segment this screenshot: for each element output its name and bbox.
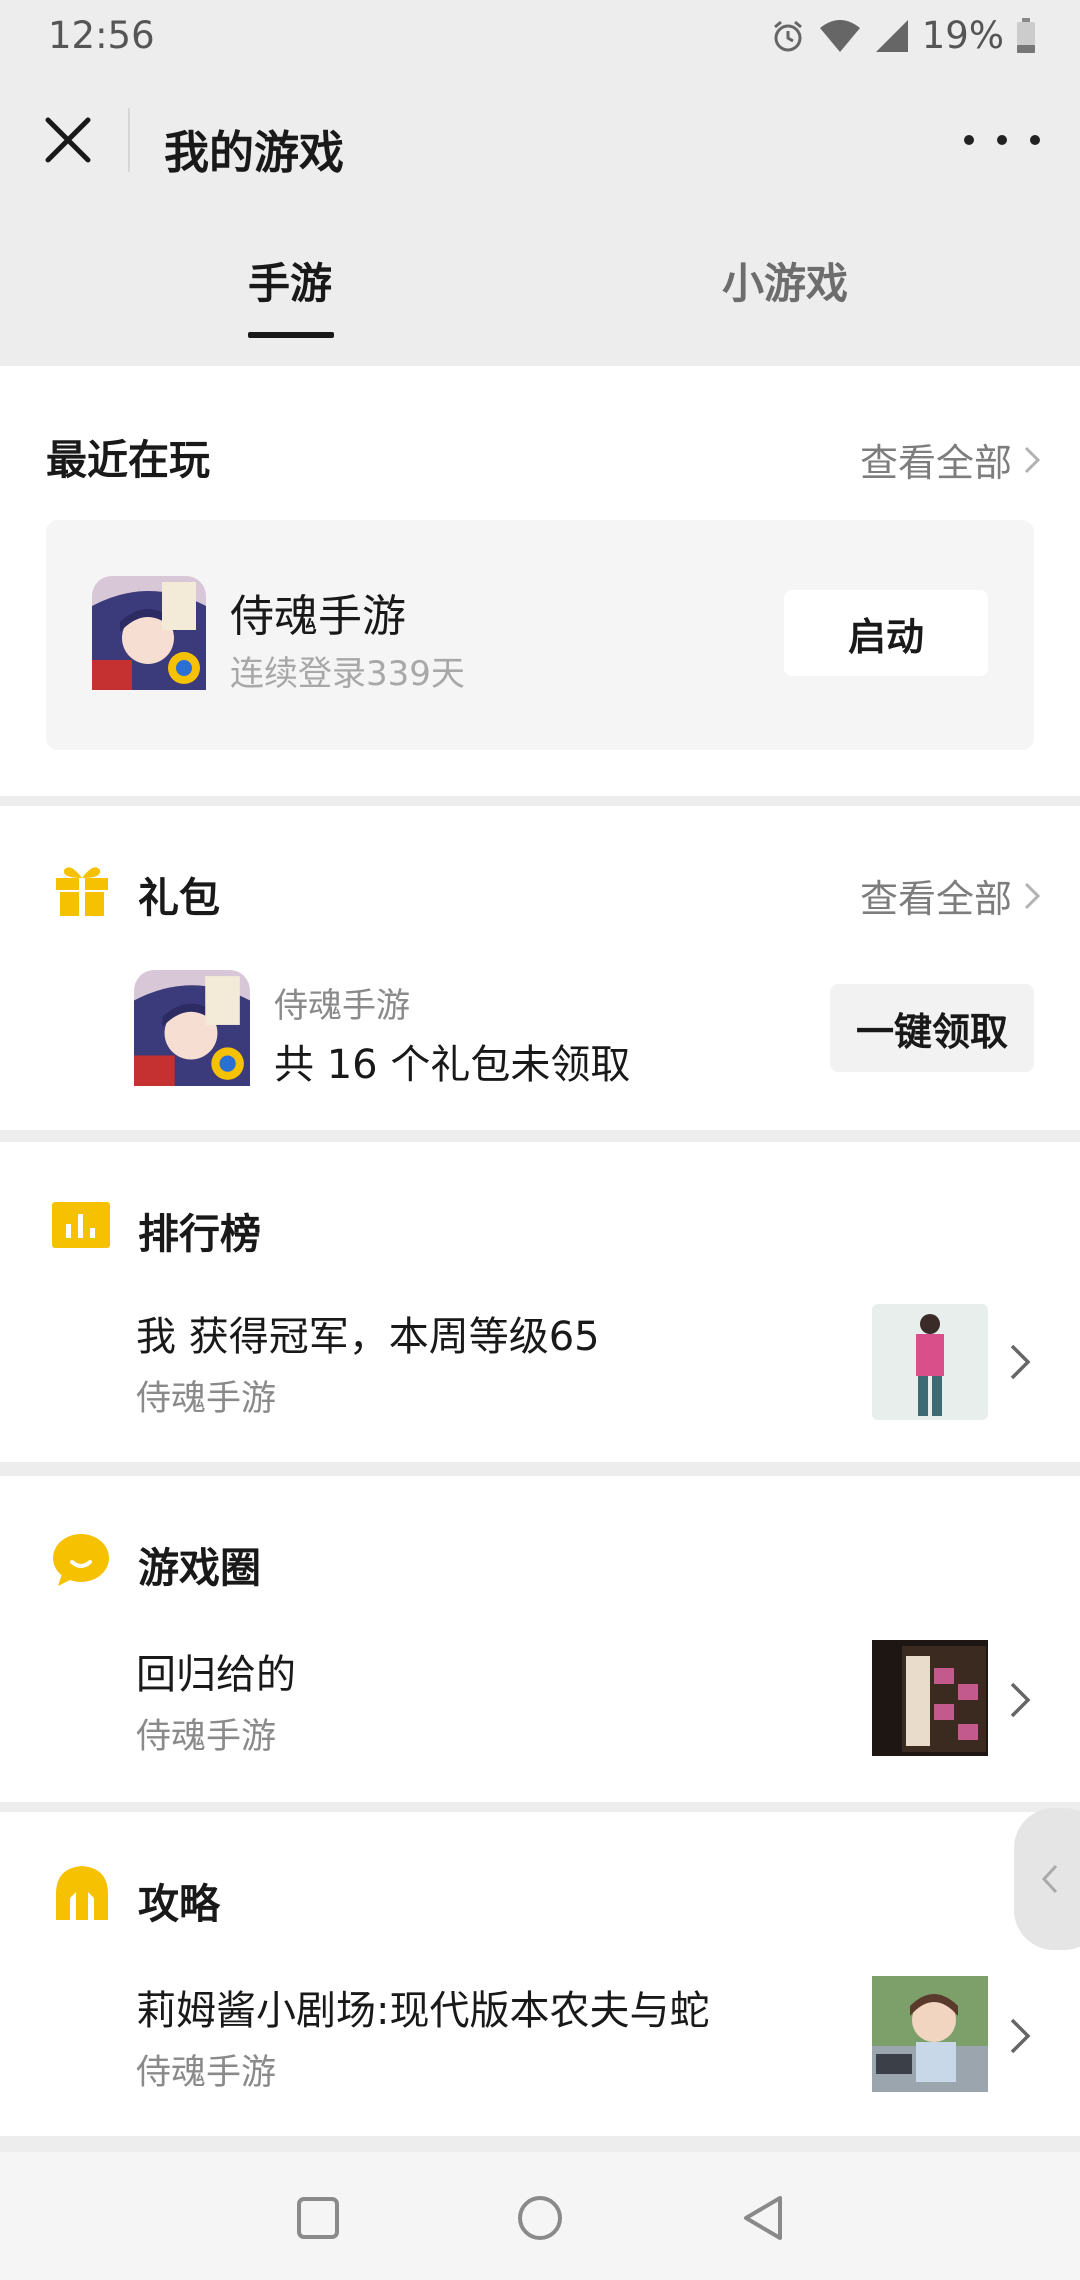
wifi-icon: [819, 19, 860, 52]
game-circle-section: 游戏圈 回归给的 侍魂手游: [0, 1476, 1080, 1802]
ranking-item-title: 我 获得冠军，本周等级65: [136, 1314, 600, 1360]
alarm-icon: [773, 20, 802, 51]
status-time: 12:56: [48, 14, 155, 57]
tab-mobile-games[interactable]: 手游: [248, 250, 332, 311]
view-all-link[interactable]: 查看全部: [860, 868, 1042, 923]
bar-chart-icon: [52, 1202, 110, 1248]
battery-icon: [1017, 17, 1035, 53]
post-game: 侍魂手游: [136, 1717, 277, 1757]
system-nav-bar: [0, 2152, 1080, 2280]
chevron-right-icon: [1024, 882, 1041, 909]
section-title: 攻略: [138, 1880, 220, 1928]
recent-game-card[interactable]: 侍魂手游 连续登录339天 启动: [46, 520, 1034, 750]
game-icon: [92, 576, 206, 690]
view-all-label: 查看全部: [859, 877, 1012, 921]
header: 我的游戏: [0, 80, 1080, 210]
game-circle-item[interactable]: 回归给的 侍魂手游: [0, 1616, 1080, 1796]
tab-bar: 手游 小游戏: [0, 210, 1080, 366]
more-icon: [964, 135, 974, 145]
recent-section: 最近在玩 查看全部 侍魂手游 连续登录339天 启动: [0, 366, 1080, 796]
chevron-right-icon: [1010, 1344, 1031, 1380]
ranking-section: 排行榜 我 获得冠军，本周等级65 侍魂手游: [0, 1142, 1080, 1462]
gift-icon: [54, 862, 110, 918]
guide-section: 攻略 莉姆酱小剧场:现代版本农夫与蛇 侍魂手游: [0, 1812, 1080, 2136]
status-icons: 19%: [770, 14, 1036, 57]
more-icon-dot: [1030, 135, 1040, 145]
gift-game-name: 侍魂手游: [274, 986, 410, 1026]
guide-thumbnail: [872, 1976, 988, 2092]
section-title: 最近在玩: [46, 436, 210, 484]
home-icon[interactable]: [516, 2194, 564, 2242]
game-name: 侍魂手游: [230, 591, 406, 642]
chevron-right-icon: [1024, 446, 1041, 473]
back-icon[interactable]: [740, 2194, 786, 2242]
section-title: 游戏圈: [138, 1544, 261, 1592]
recents-icon[interactable]: [296, 2196, 340, 2240]
helmet-icon: [54, 1864, 110, 1926]
chevron-right-icon: [1010, 2018, 1031, 2054]
chevron-left-icon: [1041, 1864, 1058, 1894]
ranking-item[interactable]: 我 获得冠军，本周等级65 侍魂手游: [0, 1282, 1080, 1452]
game-icon: [134, 970, 250, 1086]
signal-icon: [875, 19, 908, 52]
claim-all-button[interactable]: 一键领取: [830, 984, 1034, 1072]
page-title: 我的游戏: [164, 126, 345, 179]
more-button[interactable]: [964, 120, 1040, 160]
close-icon: [45, 117, 91, 163]
login-streak: 连续登录339天: [230, 654, 465, 694]
section-title: 礼包: [138, 874, 220, 922]
battery-percent: 19%: [921, 14, 1004, 57]
view-all-label: 查看全部: [859, 441, 1012, 485]
chat-bubble-icon: [52, 1532, 110, 1588]
section-title: 排行榜: [138, 1210, 261, 1258]
post-thumbnail: [872, 1640, 988, 1756]
guide-item-game: 侍魂手游: [136, 2053, 277, 2093]
guide-item-title: 莉姆酱小剧场:现代版本农夫与蛇: [136, 1988, 710, 2034]
tab-mini-games[interactable]: 小游戏: [722, 250, 848, 311]
gift-section: 礼包 查看全部 侍魂手游 共 16 个礼包未领取 一键领取: [0, 806, 1080, 1130]
gift-count-text: 共 16 个礼包未领取: [274, 1042, 631, 1088]
launch-button[interactable]: 启动: [784, 590, 988, 676]
ranking-thumbnail: [872, 1304, 988, 1420]
more-icon-dot: [997, 135, 1007, 145]
post-title: 回归给的: [136, 1652, 296, 1698]
ranking-item-game: 侍魂手游: [136, 1379, 277, 1419]
header-divider: [128, 108, 130, 172]
close-button[interactable]: [38, 110, 98, 170]
guide-item[interactable]: 莉姆酱小剧场:现代版本农夫与蛇 侍魂手游: [0, 1952, 1080, 2132]
view-all-link[interactable]: 查看全部: [860, 432, 1042, 487]
status-bar: 12:56 19%: [0, 0, 1080, 80]
chevron-right-icon: [1010, 1682, 1031, 1718]
active-tab-indicator: [248, 332, 334, 338]
side-drawer-handle[interactable]: [1014, 1808, 1080, 1950]
